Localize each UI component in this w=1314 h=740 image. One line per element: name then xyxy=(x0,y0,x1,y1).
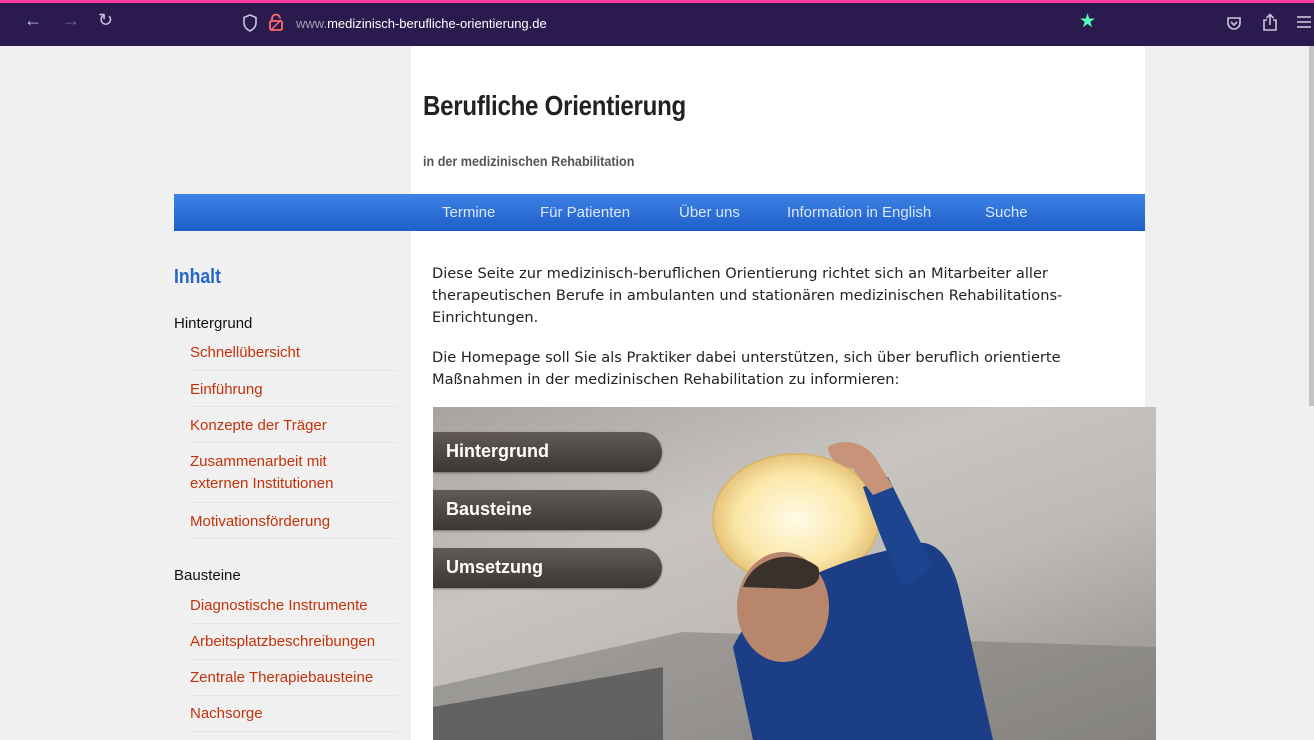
text-line: Maßnahmen in der medizinischen Rehabilit… xyxy=(432,371,900,388)
url-bar[interactable]: www.medizinisch-berufliche-orientierung.… xyxy=(296,16,547,31)
sidebar-link-zentrale-therapiebausteine[interactable]: Zentrale Therapiebausteine xyxy=(190,667,398,689)
text-line: Diese Seite zur medizinisch-beruflichen … xyxy=(432,265,1048,282)
nav-item-information-in-english[interactable]: Information in English xyxy=(787,204,931,221)
reload-icon[interactable]: ↻ xyxy=(98,10,113,31)
text-line: Die Homepage soll Sie als Praktiker dabe… xyxy=(432,349,1061,366)
sidebar-link-line: Zusammenarbeit mit xyxy=(190,453,327,470)
photo-menu-label: Bausteine xyxy=(446,499,533,519)
sidebar-link-nachsorge[interactable]: Nachsorge xyxy=(190,703,398,725)
text-line: therapeutischen Berufe in ambulanten und… xyxy=(432,287,1063,304)
site-subtitle: in der medizinischen Rehabilitation xyxy=(423,153,635,169)
main-navigation: Termine Für Patienten Über uns Informati… xyxy=(174,194,1145,231)
photo-menu-hintergrund[interactable]: Hintergrund xyxy=(433,432,662,472)
sidebar-section-bausteine: Bausteine xyxy=(174,567,241,584)
sidebar-divider xyxy=(190,538,398,539)
scrollbar[interactable] xyxy=(1309,46,1314,406)
sidebar-link-konzepte-der-traeger[interactable]: Konzepte der Träger xyxy=(190,415,398,437)
sidebar-link-schnelluebersicht[interactable]: Schnellübersicht xyxy=(190,342,398,364)
sidebar-link-arbeitsplatzbeschreibungen[interactable]: Arbeitsplatzbeschreibungen xyxy=(190,631,398,653)
photo-menu-label: Hintergrund xyxy=(446,441,549,461)
intro-paragraph: Diese Seite zur medizinisch-beruflichen … xyxy=(432,263,1132,329)
photo-menu-label: Umsetzung xyxy=(446,557,544,577)
back-arrow-icon[interactable]: ← xyxy=(24,10,42,31)
sidebar-divider xyxy=(190,695,398,696)
sidebar-divider xyxy=(190,731,398,732)
sidebar-divider xyxy=(190,370,398,371)
sidebar-divider xyxy=(190,406,398,407)
nav-item-suche[interactable]: Suche xyxy=(985,204,1028,221)
url-prefix: www. xyxy=(296,16,328,31)
nav-item-ueber-uns[interactable]: Über uns xyxy=(679,204,740,221)
shield-icon[interactable] xyxy=(242,14,258,32)
sidebar-link-zusammenarbeit[interactable]: Zusammenarbeit mit externen Institutione… xyxy=(190,451,398,495)
sidebar-link-line: externen Institutionen xyxy=(190,475,334,492)
forward-arrow-icon[interactable]: → xyxy=(62,10,80,31)
text-line: Einrichtungen. xyxy=(432,309,539,326)
sidebar-link-einfuehrung[interactable]: Einführung xyxy=(190,379,398,401)
sidebar-divider xyxy=(190,659,398,660)
photo-menu-bausteine[interactable]: Bausteine xyxy=(433,490,662,530)
browser-toolbar: ← → ↻ www.medizinisch-berufliche-orienti… xyxy=(0,0,1314,46)
pocket-icon[interactable] xyxy=(1226,15,1242,31)
sidebar-divider xyxy=(190,502,398,503)
photo-menu-umsetzung[interactable]: Umsetzung xyxy=(433,548,662,588)
sidebar-divider xyxy=(190,623,398,624)
nav-item-fuer-patienten[interactable]: Für Patienten xyxy=(540,204,630,221)
sidebar-divider xyxy=(190,442,398,443)
menu-icon[interactable] xyxy=(1297,16,1311,28)
homepage-paragraph: Die Homepage soll Sie als Praktiker dabe… xyxy=(432,347,1132,391)
lock-icon[interactable] xyxy=(268,13,284,32)
url-domain: medizinisch-berufliche-orientierung.de xyxy=(327,16,547,31)
sidebar-link-motivationsfoerderung[interactable]: Motivationsförderung xyxy=(190,511,398,533)
hero-photo: Hintergrund Bausteine Umsetzung xyxy=(433,407,1156,740)
sidebar-link-diagnostische-instrumente[interactable]: Diagnostische Instrumente xyxy=(190,595,398,617)
share-icon[interactable] xyxy=(1262,13,1278,31)
site-title: Berufliche Orientierung xyxy=(423,90,687,121)
bookmark-star-icon[interactable]: ★ xyxy=(1079,10,1096,33)
sidebar-section-hintergrund: Hintergrund xyxy=(174,315,253,332)
sidebar-heading: Inhalt xyxy=(174,266,221,288)
nav-item-termine[interactable]: Termine xyxy=(442,204,495,221)
